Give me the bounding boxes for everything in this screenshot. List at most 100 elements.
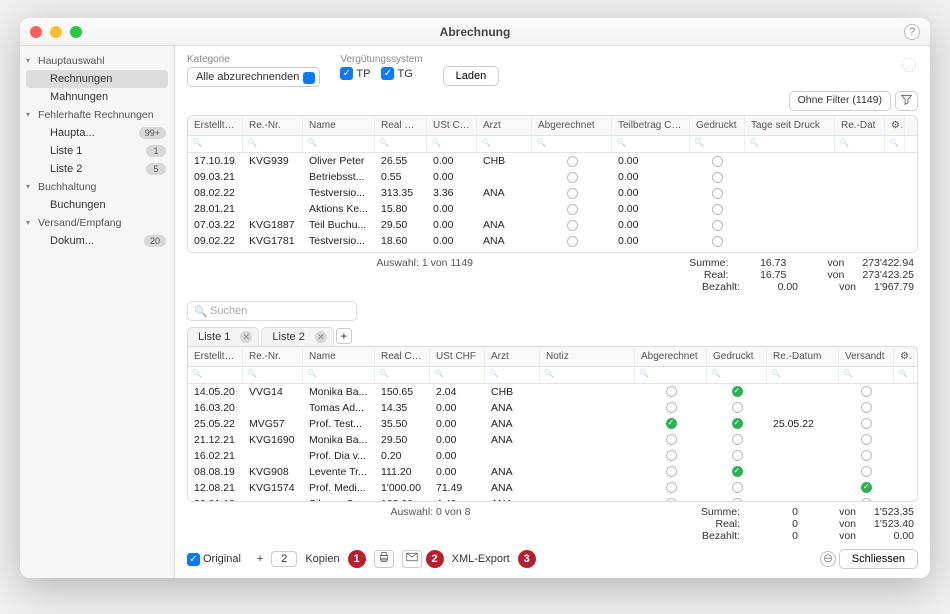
tg-checkbox[interactable]: ✓TG	[381, 67, 412, 80]
sidebar-item[interactable]: Dokum...20	[20, 232, 174, 250]
filter-button[interactable]: Ohne Filter (1149)	[789, 91, 891, 111]
column-header[interactable]: USt CHF	[427, 116, 477, 135]
table-row[interactable]: 09.02.22KVG1781Testversio...18.600.00ANA…	[188, 233, 917, 249]
sidebar-item[interactable]: Haupta...99+	[20, 124, 174, 142]
sidebar-group[interactable]: Buchhaltung	[20, 178, 174, 196]
filter-cell[interactable]	[767, 367, 839, 383]
tp-checkbox[interactable]: ✓TP	[340, 67, 370, 80]
print-icon[interactable]	[374, 550, 394, 568]
column-header[interactable]: Re.-Nr.	[243, 116, 303, 135]
table-row[interactable]: 16.03.20Tomas Ad...14.350.00ANA	[188, 400, 917, 416]
filter-cell[interactable]	[707, 367, 767, 383]
gear-icon[interactable]: ⚙	[894, 347, 914, 366]
search-input[interactable]: 🔍 Suchen	[187, 301, 357, 321]
help-icon[interactable]: ?	[904, 24, 920, 40]
filter-cell[interactable]	[303, 136, 375, 152]
badge: 20	[144, 235, 166, 247]
column-header[interactable]: Abgerechnet	[635, 347, 707, 366]
filter-cell[interactable]	[188, 136, 243, 152]
funnel-icon[interactable]	[895, 91, 918, 111]
mail-icon[interactable]	[402, 550, 422, 568]
filter-cell[interactable]	[839, 367, 894, 383]
column-header[interactable]: Real CHF	[375, 116, 427, 135]
sidebar-item[interactable]: Mahnungen	[20, 88, 174, 106]
column-header[interactable]: Versandt	[839, 347, 894, 366]
table-row[interactable]: 12.08.21KVG1574Prof. Medi...1'000.0071.4…	[188, 480, 917, 496]
kategorie-select[interactable]: Alle abzurechnenden	[187, 67, 320, 87]
column-header[interactable]: Gedruckt	[707, 347, 767, 366]
table-row[interactable]: 07.03.22KVG1887Teil Buchu...29.500.00ANA…	[188, 217, 917, 233]
badge: 5	[146, 163, 166, 175]
kopien-stepper[interactable]: 2	[271, 551, 297, 567]
column-header[interactable]: Erstellt am	[188, 116, 243, 135]
filter-cell[interactable]	[885, 136, 905, 152]
column-header[interactable]: Name	[303, 116, 375, 135]
column-header[interactable]: Gedruckt	[690, 116, 745, 135]
column-header[interactable]: Teilbetrag CHF	[612, 116, 690, 135]
filter-cell[interactable]	[188, 367, 243, 383]
filter-cell[interactable]	[894, 367, 914, 383]
filter-cell[interactable]	[427, 136, 477, 152]
table-row[interactable]: 09.03.21Betriebsst...0.550.000.00	[188, 169, 917, 185]
window-title: Abrechnung	[20, 25, 930, 39]
table-row[interactable]: 17.10.19KVG939Oliver Peter26.550.00CHB0.…	[188, 153, 917, 169]
add-tab-button[interactable]: +	[336, 328, 352, 344]
column-header[interactable]: Notiz	[540, 347, 635, 366]
filter-cell[interactable]	[243, 367, 303, 383]
tab-liste1[interactable]: Liste 1✕	[187, 327, 259, 346]
schliessen-button[interactable]: Schliessen	[839, 549, 918, 569]
table-row[interactable]: 21.12.21KVG1690Monika Ba...29.500.00ANA	[188, 432, 917, 448]
column-header[interactable]: Tage seit Druck	[745, 116, 835, 135]
table-row[interactable]: 08.08.19KVG908Levente Tr...111.200.00ANA	[188, 464, 917, 480]
gear-icon[interactable]: ⚙	[885, 116, 905, 135]
column-header[interactable]: Name	[303, 347, 375, 366]
topbar: Kategorie Alle abzurechnenden Vergütungs…	[175, 46, 930, 89]
filter-cell[interactable]	[477, 136, 532, 152]
filter-cell[interactable]	[635, 367, 707, 383]
laden-button[interactable]: Laden	[443, 66, 500, 86]
sidebar-item[interactable]: Liste 25	[20, 160, 174, 178]
filter-cell[interactable]	[612, 136, 690, 152]
filter-cell[interactable]	[835, 136, 885, 152]
filter-cell[interactable]	[532, 136, 612, 152]
filter-cell[interactable]	[430, 367, 485, 383]
table-row[interactable]: 08.02.22Testversio...313.353.36ANA0.00	[188, 185, 917, 201]
filter-cell[interactable]	[375, 367, 430, 383]
column-header[interactable]: Arzt	[485, 347, 540, 366]
xml-export-label[interactable]: XML-Export	[452, 553, 510, 565]
summary-1: Summe:16.73von273'422.94 Real:16.75von27…	[688, 257, 914, 293]
system-label: Vergütungssystem	[340, 54, 422, 65]
filter-cell[interactable]	[690, 136, 745, 152]
sidebar-item[interactable]: Liste 11	[20, 142, 174, 160]
table1-body[interactable]: 17.10.19KVG939Oliver Peter26.550.00CHB0.…	[188, 153, 917, 253]
remove-icon[interactable]: ⊖	[820, 551, 836, 567]
original-checkbox[interactable]: ✓Original	[187, 553, 241, 566]
column-header[interactable]: Abgerechnet	[532, 116, 612, 135]
sidebar-group[interactable]: Versand/Empfang	[20, 214, 174, 232]
sidebar-item[interactable]: Rechnungen	[26, 70, 168, 88]
table2-body[interactable]: 14.05.20VVG14Monika Ba...150.652.04CHB16…	[188, 384, 917, 502]
column-header[interactable]: Re.-Nr.	[243, 347, 303, 366]
tab-liste2[interactable]: Liste 2✕	[261, 327, 333, 346]
column-header[interactable]: Real CHF	[375, 347, 430, 366]
sidebar-item[interactable]: Buchungen	[20, 196, 174, 214]
filter-cell[interactable]	[745, 136, 835, 152]
table-row[interactable]: 16.02.21Prof. Dia v...0.200.00	[188, 448, 917, 464]
close-tab-icon[interactable]: ✕	[240, 331, 252, 343]
table-row[interactable]: 14.05.20VVG14Monika Ba...150.652.04CHB	[188, 384, 917, 400]
table-row[interactable]: 25.05.22MVG57Prof. Test...35.500.00ANA25…	[188, 416, 917, 432]
column-header[interactable]: Arzt	[477, 116, 532, 135]
filter-cell[interactable]	[540, 367, 635, 383]
filter-cell[interactable]	[303, 367, 375, 383]
filter-cell[interactable]	[485, 367, 540, 383]
filter-cell[interactable]	[375, 136, 427, 152]
filter-cell[interactable]	[243, 136, 303, 152]
sidebar-group[interactable]: Fehlerhafte Rechnungen	[20, 106, 174, 124]
column-header[interactable]: USt CHF	[430, 347, 485, 366]
column-header[interactable]: Re.-Datum	[767, 347, 839, 366]
close-tab-icon[interactable]: ✕	[315, 331, 327, 343]
column-header[interactable]: Re.-Dat	[835, 116, 885, 135]
column-header[interactable]: Erstellt am	[188, 347, 243, 366]
table-row[interactable]: 28.01.21Aktions Ke...15.800.000.00	[188, 201, 917, 217]
sidebar-group[interactable]: Hauptauswahl	[20, 52, 174, 70]
